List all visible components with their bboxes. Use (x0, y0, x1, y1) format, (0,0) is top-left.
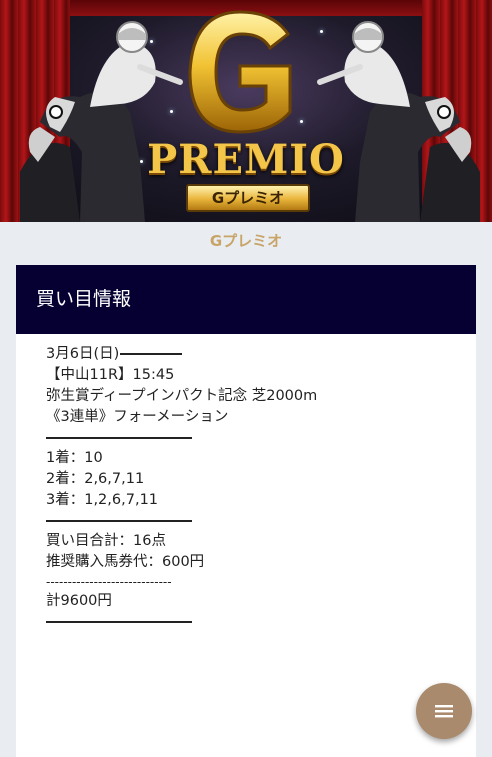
card-title: 買い目情報 (16, 265, 476, 334)
second-place: 2着：2,6,7,11 (46, 471, 145, 487)
race-line: 【中山11R】15:45 (46, 367, 175, 383)
race-name: 弥生賞ディープインパクト記念 芝2000m (46, 388, 318, 404)
grand-total: 計9600円 (46, 593, 112, 609)
site-name: Gプレミオ (209, 232, 283, 250)
menu-icon (435, 705, 453, 718)
premio-logo-text: PREMIO (147, 136, 345, 183)
logo-plate: Gプレミオ (186, 184, 310, 212)
card-body: 3月6日(日) 【中山11R】15:45 弥生賞ディープインパクト記念 芝200… (16, 334, 476, 623)
divider (46, 520, 192, 522)
menu-button[interactable] (416, 683, 472, 739)
header-banner: PREMIO Gプレミオ (0, 0, 492, 222)
first-place: 1着：10 (46, 450, 103, 466)
total-points: 買い目合計：16点 (46, 533, 166, 549)
divider (46, 437, 192, 439)
dashed-divider: ----------------------------- (46, 575, 172, 589)
jockey-horse-left-illustration (20, 21, 183, 222)
third-place: 3着：1,2,6,7,11 (46, 492, 159, 508)
recommended-amount: 推奨購入馬券代：600円 (46, 554, 205, 570)
bet-info-card: 買い目情報 3月6日(日) 【中山11R】15:45 弥生賞ディープインパクト記… (16, 265, 476, 757)
date-line: 3月6日(日) (46, 344, 476, 365)
jockey-horse-right-illustration (317, 21, 480, 222)
g-logo-icon (188, 10, 292, 134)
bet-type: 《3連単》フォーメーション (46, 409, 229, 425)
divider (46, 621, 192, 623)
